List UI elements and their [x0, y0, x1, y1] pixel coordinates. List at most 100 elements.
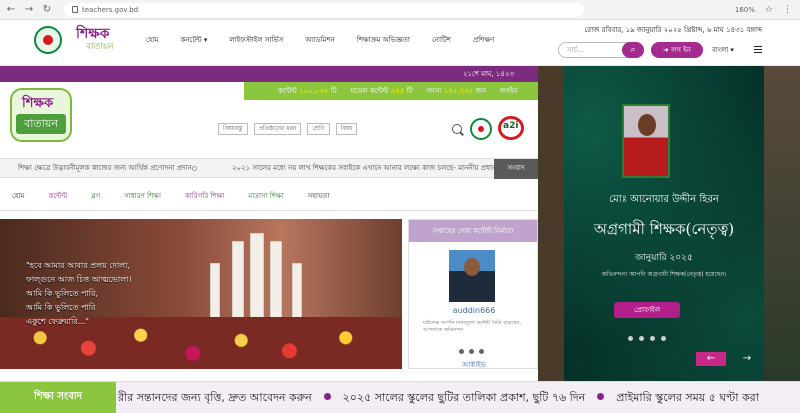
- government-emblem: [470, 118, 492, 140]
- embedded-site-logo[interactable]: শিক্ষক বাতায়ন: [10, 88, 72, 142]
- subnav-blog[interactable]: ব্লগ: [79, 190, 112, 202]
- stat-members: সদস্য ১৪৫,৪৪৪ জন: [427, 85, 486, 97]
- teacher-name: মোঃ আনোয়ার উদ্দীন হিরন: [609, 194, 719, 205]
- stat-value: ৬৪৪: [390, 87, 405, 95]
- reload-icon[interactable]: ↻: [40, 3, 54, 17]
- filter-class[interactable]: শ্রেণি: [307, 123, 330, 135]
- ticker-scroll: রীর সন্তানদের জন্য বৃত্তি, দ্রুত আবেদন ক…: [118, 389, 759, 408]
- ticker-item[interactable]: ২০২৫ সালের স্কুলের ছুটির তালিকা প্রকাশ, …: [343, 391, 586, 404]
- marquee-item[interactable]: শিক্ষা ক্ষেত্রে উদ্ভাবনীমূলক কাজের জন্য …: [18, 159, 192, 178]
- main-nav: হোম কনটেন্ট ▾ লাইফস্টাইল সার্ভিস অ্যাডমি…: [146, 34, 494, 46]
- stat-value: ১৪৫,৪৪৪: [443, 87, 474, 95]
- stat-model-content: মডেল কন্টেন্ট ৬৪৪ টি: [351, 85, 413, 97]
- zoom-level[interactable]: 160%: [735, 6, 755, 14]
- nav-training[interactable]: প্রশিক্ষণ: [473, 34, 494, 46]
- stat-value: ১০০,০২৮: [298, 87, 329, 95]
- carousel-dot[interactable]: [459, 349, 464, 354]
- nav-admission[interactable]: অ্যাডমিশন: [305, 34, 334, 46]
- award-title: অগ্রগামী শিক্ষক(নেতৃত্ব): [593, 220, 735, 238]
- banner-dot[interactable]: [650, 336, 655, 341]
- login-label: লগ ইন: [671, 46, 691, 54]
- hero-quote: "হবে আমার আবার প্রলয় দোলা, ফাল্গুনে আজ …: [26, 259, 131, 329]
- quote-line: আমি কি ভুলিতে পারি: [26, 303, 96, 312]
- chevron-down-icon: ▾: [730, 46, 734, 54]
- previous-arrow-icon[interactable]: ←: [696, 352, 726, 366]
- bullet-icon: [192, 166, 197, 171]
- quote-line: একুশে ফেব্রুয়ারি...": [26, 317, 89, 326]
- nav-home[interactable]: হোম: [146, 34, 158, 46]
- filter-bar: বিষয়বস্তু প্রতিষ্ঠানের ধরন শ্রেণি বিষয়: [218, 123, 358, 135]
- nav-notice[interactable]: নোটিশ: [432, 34, 451, 46]
- award-month: জানুয়ারি ২০২৫: [635, 253, 693, 263]
- banner-dot[interactable]: [661, 336, 666, 341]
- stat-unit: টি: [406, 87, 413, 95]
- banner-right-photo: [764, 66, 800, 381]
- subnav-technical-education[interactable]: কারিগরি শিক্ষা: [173, 190, 236, 202]
- hero-image: "হবে আমার আবার প্রলয় দোলা, ফাল্গুনে আজ …: [0, 219, 402, 369]
- a2i-logo: a2i: [498, 116, 526, 140]
- embedded-login-link[interactable]: লগইন: [500, 85, 518, 97]
- login-button[interactable]: ➜ লগ ইন: [651, 42, 703, 58]
- stats-bar: কন্টেন্ট ১০০,০২৮ টি মডেল কন্টেন্ট ৬৪৪ টি…: [244, 82, 538, 100]
- banner-dots: [628, 336, 666, 341]
- carousel-dot[interactable]: [469, 349, 474, 354]
- subnav-madrasa-education[interactable]: মাদ্রাসা শিক্ষা: [236, 190, 295, 202]
- banner-dot[interactable]: [639, 336, 644, 341]
- subnav-general-education[interactable]: সাধারণ শিক্ষা: [112, 190, 173, 202]
- quote-line: ফাল্গুনে আজ চিত্ত আত্মভোলা।: [26, 275, 132, 284]
- star-icon[interactable]: ☆: [765, 5, 773, 15]
- divider: [0, 210, 538, 211]
- government-logo[interactable]: [34, 26, 62, 54]
- archive-link[interactable]: আর্কাইভ: [409, 359, 538, 371]
- nav-curriculum[interactable]: শিক্ষাক্রম অভিজ্ঞতা: [357, 34, 410, 46]
- filter-subject[interactable]: বিষয়: [335, 123, 358, 135]
- nav-content[interactable]: কনটেন্ট ▾: [180, 34, 207, 46]
- back-icon[interactable]: ←: [4, 3, 18, 17]
- subnav-home[interactable]: হোম: [0, 190, 36, 202]
- address-bar[interactable]: teachers.gov.bd: [64, 2, 584, 17]
- banner-left-photo: [538, 66, 564, 381]
- search-button[interactable]: ⌕: [622, 42, 644, 58]
- subnav-help[interactable]: সহায়তা: [296, 190, 342, 202]
- brand-line1: শিক্ষক: [76, 26, 110, 42]
- creator-username[interactable]: auddin666: [409, 306, 538, 315]
- carousel-dot[interactable]: [479, 349, 484, 354]
- profile-button[interactable]: প্রোফাইল: [614, 302, 680, 318]
- site-logo[interactable]: শিক্ষক বাতায়ন: [76, 26, 122, 56]
- stat-unit: জন: [475, 87, 486, 95]
- nav-content-label: কনটেন্ট: [180, 36, 202, 44]
- banner-dot[interactable]: [628, 336, 633, 341]
- bullet-icon: [323, 393, 331, 400]
- nav-lifestyle[interactable]: লাইফস্টাইল সার্ভিস: [229, 34, 283, 46]
- stat-content: কন্টেন্ট ১০০,০২৮ টি: [278, 85, 337, 97]
- creator-description: মাইলেক্স আপনি মানবতুল্য কন্টেন্ট তৈরি কর…: [423, 320, 521, 333]
- subnav-content[interactable]: কন্টেন্ট: [36, 190, 79, 202]
- bullet-icon: [597, 393, 605, 400]
- creator-photo[interactable]: [449, 250, 495, 302]
- ticker-item[interactable]: রীর সন্তানদের জন্য বৃত্তি, দ্রুত আবেদন ক…: [118, 391, 312, 404]
- extensions-icon[interactable]: ⋮: [783, 5, 792, 15]
- stat-unit: টি: [330, 87, 337, 95]
- teacher-photo: [622, 104, 670, 178]
- embedded-site-screenshot: ২১শে মাঘ, ১৪২৩ কন্টেন্ট ১০০,০২৮ টি মডেল …: [0, 66, 538, 381]
- language-select[interactable]: বাংলা ▾: [712, 44, 734, 56]
- browser-toolbar: ← → ↻ teachers.gov.bd 160% ☆ ⋮: [0, 0, 800, 20]
- magnifier-icon[interactable]: [452, 124, 462, 134]
- language-label: বাংলা: [712, 46, 729, 54]
- logo-line2: বাতায়ন: [16, 114, 66, 134]
- card-header: সপ্তাহের সেরা কন্টেন্ট নির্মাতা: [409, 220, 537, 242]
- ticker-item[interactable]: প্রাইমারি স্কুলের সময় ৫ ঘণ্টা করা: [616, 391, 759, 404]
- next-arrow-icon[interactable]: →: [740, 352, 754, 366]
- current-date: রোজ রবিবার, ১৯ জানুয়ারি ২০২৫ খ্রিষ্টাব্…: [584, 26, 762, 34]
- filter-keyword[interactable]: বিষয়বস্তু: [218, 123, 248, 135]
- carousel-dots: [459, 349, 484, 354]
- news-button[interactable]: সংবাদ: [494, 159, 538, 179]
- hamburger-menu-icon[interactable]: [754, 46, 762, 53]
- teacher-award-banner: মোঃ আনোয়ার উদ্দীন হিরন অগ্রগামী শিক্ষক(…: [538, 66, 800, 381]
- site-header: শিক্ষক বাতায়ন হোম কনটেন্ট ▾ লাইফস্টাইল …: [0, 20, 800, 66]
- forward-icon[interactable]: →: [22, 3, 36, 17]
- filter-institution-type[interactable]: প্রতিষ্ঠানের ধরন: [253, 123, 302, 135]
- ticker-label: শিক্ষা সংবাদ: [0, 382, 116, 413]
- marquee-item[interactable]: ২০২১ সালের মধ্যে নয় লাখ শিক্ষকের সবাইকে…: [232, 159, 496, 178]
- stat-label: কন্টেন্ট: [278, 87, 297, 95]
